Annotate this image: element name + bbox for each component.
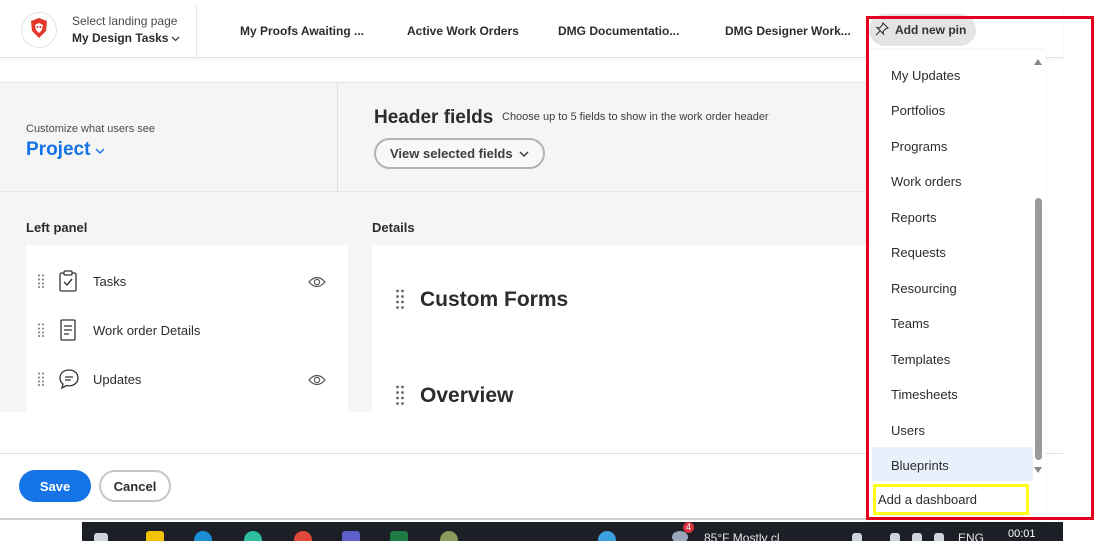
dropdown-item-teams[interactable]: Teams <box>891 316 929 331</box>
details-title: Details <box>372 220 415 235</box>
left-panel-item-label: Tasks <box>93 273 127 289</box>
network-icon[interactable] <box>890 533 900 541</box>
left-panel-title: Left panel <box>26 220 88 235</box>
customize-divider <box>337 83 338 193</box>
chat-bubble-icon <box>58 368 79 390</box>
language-indicator[interactable]: ENG <box>958 531 984 541</box>
drag-handle-icon[interactable] <box>38 372 44 386</box>
dropdown-item-portfolios[interactable]: Portfolios <box>891 103 945 118</box>
add-new-pin-label: Add new pin <box>895 23 967 37</box>
app-logo[interactable] <box>22 13 56 47</box>
dropdown-item-requests[interactable]: Requests <box>891 245 946 260</box>
edge-browser-icon[interactable] <box>194 531 212 541</box>
taskbar-clock[interactable]: 00:01 <box>1008 528 1036 540</box>
left-panel-item-tasks[interactable]: Tasks <box>26 261 348 301</box>
details-section-custom-forms[interactable]: Custom Forms <box>420 288 568 312</box>
pin-active-work-orders[interactable]: Active Work Orders <box>407 24 519 38</box>
pin-my-proofs[interactable]: My Proofs Awaiting ... <box>240 24 364 38</box>
dropdown-item-programs[interactable]: Programs <box>891 139 947 154</box>
header-fields-title: Header fields <box>374 107 494 128</box>
weather-text[interactable]: 85°F Mostly cl <box>704 531 779 541</box>
file-explorer-icon[interactable] <box>146 531 164 541</box>
landing-page-name: My Design Tasks <box>72 31 169 45</box>
teams-icon[interactable] <box>342 531 360 541</box>
dropdown-item-timesheets[interactable]: Timesheets <box>891 387 958 402</box>
scroll-down-arrow-icon[interactable] <box>1034 467 1042 473</box>
notification-badge: 4 <box>683 522 695 533</box>
app-window: Select landing page My Design Tasks My P… <box>0 0 1120 541</box>
add-pin-dropdown: My Updates Portfolios Programs Work orde… <box>868 50 1046 521</box>
dropdown-item-blueprints[interactable]: Blueprints <box>891 458 949 473</box>
app-icon[interactable] <box>440 531 458 541</box>
left-panel-list: Tasks Work order Details Updates <box>26 245 348 412</box>
left-panel-item-label: Updates <box>93 371 142 387</box>
drag-handle-icon[interactable] <box>38 323 44 337</box>
dropdown-item-my-updates[interactable]: My Updates <box>891 68 960 83</box>
dropdown-item-resourcing[interactable]: Resourcing <box>891 281 957 296</box>
chrome-icon[interactable] <box>294 531 312 541</box>
os-taskbar: 4 85°F Mostly cl ENG 00:01 <box>82 522 1063 541</box>
details-section-overview[interactable]: Overview <box>420 384 513 408</box>
view-selected-fields-button[interactable]: View selected fields <box>374 138 545 169</box>
cancel-button[interactable]: Cancel <box>99 470 171 502</box>
pushpin-icon <box>875 21 889 39</box>
nav-divider <box>196 4 197 58</box>
left-panel-item-updates[interactable]: Updates <box>26 359 348 399</box>
drag-handle-icon[interactable] <box>38 274 44 288</box>
left-panel-item-work-order-details[interactable]: Work order Details <box>26 310 348 350</box>
battery-icon[interactable] <box>934 533 944 541</box>
dropdown-item-users[interactable]: Users <box>891 423 925 438</box>
details-panel: Custom Forms Overview <box>372 245 868 412</box>
chevron-down-icon <box>519 146 529 161</box>
customize-label: Customize what users see <box>26 123 155 135</box>
object-type-selector[interactable]: Project <box>26 139 105 161</box>
landing-page-selector[interactable]: Select landing page My Design Tasks <box>72 14 180 45</box>
landing-page-label: Select landing page <box>72 14 178 28</box>
dropdown-item-reports[interactable]: Reports <box>891 210 937 225</box>
chevron-down-icon <box>171 31 180 45</box>
drag-handle-icon[interactable] <box>396 385 404 405</box>
scrollbar-thumb[interactable] <box>1035 198 1042 460</box>
add-dashboard-option[interactable]: Add a dashboard <box>873 484 1029 515</box>
clipboard-check-icon <box>58 270 78 292</box>
eye-icon[interactable] <box>308 373 326 386</box>
scroll-up-arrow-icon[interactable] <box>1034 59 1042 65</box>
tray-icon[interactable] <box>852 533 862 541</box>
pin-dmg-documentation[interactable]: DMG Documentatio... <box>558 24 679 38</box>
dropdown-item-templates[interactable]: Templates <box>891 352 950 367</box>
save-button[interactable]: Save <box>19 470 91 502</box>
task-view-icon[interactable] <box>94 533 108 541</box>
left-panel-item-label: Work order Details <box>93 322 201 338</box>
landing-page-value[interactable]: My Design Tasks <box>72 31 180 45</box>
add-new-pin-button[interactable]: Add new pin <box>869 14 977 46</box>
customize-bar: Customize what users see Project Header … <box>0 82 868 193</box>
slack-icon[interactable] <box>244 531 262 541</box>
eye-icon[interactable] <box>308 275 326 288</box>
chevron-down-icon <box>95 139 105 161</box>
lion-logo-icon <box>28 17 50 44</box>
view-selected-fields-label: View selected fields <box>390 146 513 161</box>
layout-editor: Left panel Details Tasks Work order Deta… <box>0 192 868 412</box>
document-icon <box>58 319 78 341</box>
pin-dmg-designer-work[interactable]: DMG Designer Work... <box>725 24 851 38</box>
drag-handle-icon[interactable] <box>396 289 404 309</box>
object-type-name: Project <box>26 139 91 160</box>
excel-icon[interactable] <box>390 531 408 541</box>
dropdown-item-work-orders[interactable]: Work orders <box>891 174 962 189</box>
header-fields-help: Choose up to 5 fields to show in the wor… <box>502 111 769 123</box>
help-icon[interactable] <box>598 531 616 541</box>
volume-icon[interactable] <box>912 533 922 541</box>
